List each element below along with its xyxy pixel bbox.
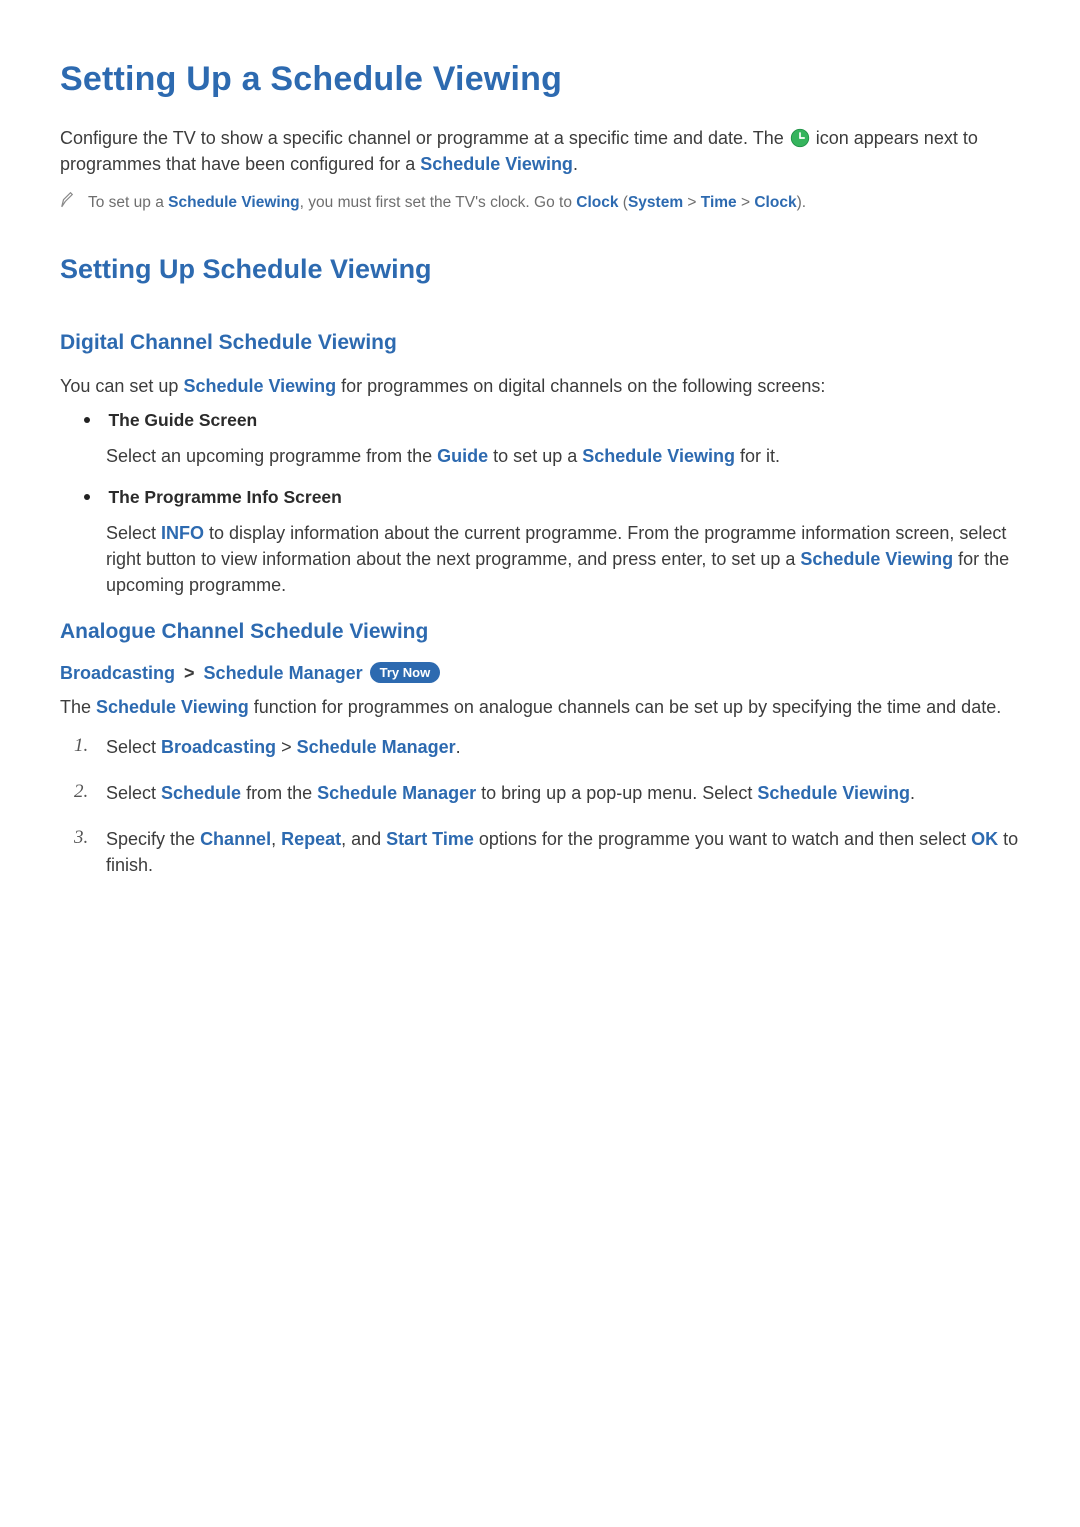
digital-list: The Guide Screen Select an upcoming prog…	[60, 410, 1020, 598]
schedule-viewing-term: Schedule Viewing	[183, 376, 336, 396]
analogue-steps: Select Broadcasting > Schedule Manager. …	[60, 730, 1020, 894]
start-time-term: Start Time	[386, 829, 474, 849]
page-title: Setting Up a Schedule Viewing	[60, 60, 1020, 99]
list-item: The Guide Screen Select an upcoming prog…	[60, 410, 1020, 469]
schedule-viewing-term: Schedule Viewing	[800, 549, 953, 569]
list-item-label: The Guide Screen	[108, 410, 257, 430]
schedule-viewing-term: Schedule Viewing	[757, 783, 910, 803]
bullet-icon	[84, 494, 90, 500]
system-term: System	[628, 194, 683, 211]
schedule-viewing-term: Schedule Viewing	[96, 697, 249, 717]
document-page: Setting Up a Schedule Viewing Configure …	[0, 0, 1080, 954]
section-heading: Setting Up Schedule Viewing	[60, 254, 1020, 285]
analogue-heading: Analogue Channel Schedule Viewing	[60, 620, 1020, 644]
ok-term: OK	[971, 829, 998, 849]
time-term: Time	[701, 194, 737, 211]
schedule-manager-term: Schedule Manager	[297, 737, 456, 757]
intro-period: .	[573, 154, 578, 174]
channel-term: Channel	[200, 829, 271, 849]
schedule-viewing-term: Schedule Viewing	[582, 446, 735, 466]
schedule-viewing-term: Schedule Viewing	[168, 194, 300, 211]
repeat-term: Repeat	[281, 829, 341, 849]
note-text: To set up a Schedule Viewing, you must f…	[88, 191, 806, 214]
step-item: Select Broadcasting > Schedule Manager.	[60, 730, 1020, 776]
clock-term: Clock	[754, 194, 796, 211]
breadcrumb-broadcasting: Broadcasting	[60, 663, 175, 683]
clock-icon	[790, 128, 810, 148]
schedule-manager-term: Schedule Manager	[317, 783, 476, 803]
pencil-icon	[60, 191, 74, 209]
digital-lead: You can set up Schedule Viewing for prog…	[60, 373, 1020, 399]
list-item-label: The Programme Info Screen	[108, 487, 341, 507]
try-now-badge[interactable]: Try Now	[370, 662, 441, 683]
broadcasting-term: Broadcasting	[161, 737, 276, 757]
analogue-lead: The Schedule Viewing function for progra…	[60, 694, 1020, 720]
step-item: Specify the Channel, Repeat, and Start T…	[60, 822, 1020, 894]
intro-paragraph: Configure the TV to show a specific chan…	[60, 125, 1020, 177]
bullet-icon	[84, 417, 90, 423]
list-item-body: Select INFO to display information about…	[106, 520, 1020, 598]
step-item: Select Schedule from the Schedule Manage…	[60, 776, 1020, 822]
note-row: To set up a Schedule Viewing, you must f…	[60, 191, 1020, 214]
guide-term: Guide	[437, 446, 488, 466]
info-term: INFO	[161, 523, 204, 543]
list-item: The Programme Info Screen Select INFO to…	[60, 487, 1020, 598]
digital-heading: Digital Channel Schedule Viewing	[60, 331, 1020, 355]
clock-term: Clock	[576, 194, 618, 211]
breadcrumb: Broadcasting > Schedule Manager Try Now	[60, 662, 1020, 684]
schedule-term: Schedule	[161, 783, 241, 803]
schedule-viewing-term: Schedule Viewing	[420, 154, 573, 174]
intro-text-pre: Configure the TV to show a specific chan…	[60, 128, 789, 148]
list-item-body: Select an upcoming programme from the Gu…	[106, 443, 1020, 469]
breadcrumb-separator: >	[179, 663, 200, 683]
breadcrumb-schedule-manager: Schedule Manager	[204, 663, 363, 683]
